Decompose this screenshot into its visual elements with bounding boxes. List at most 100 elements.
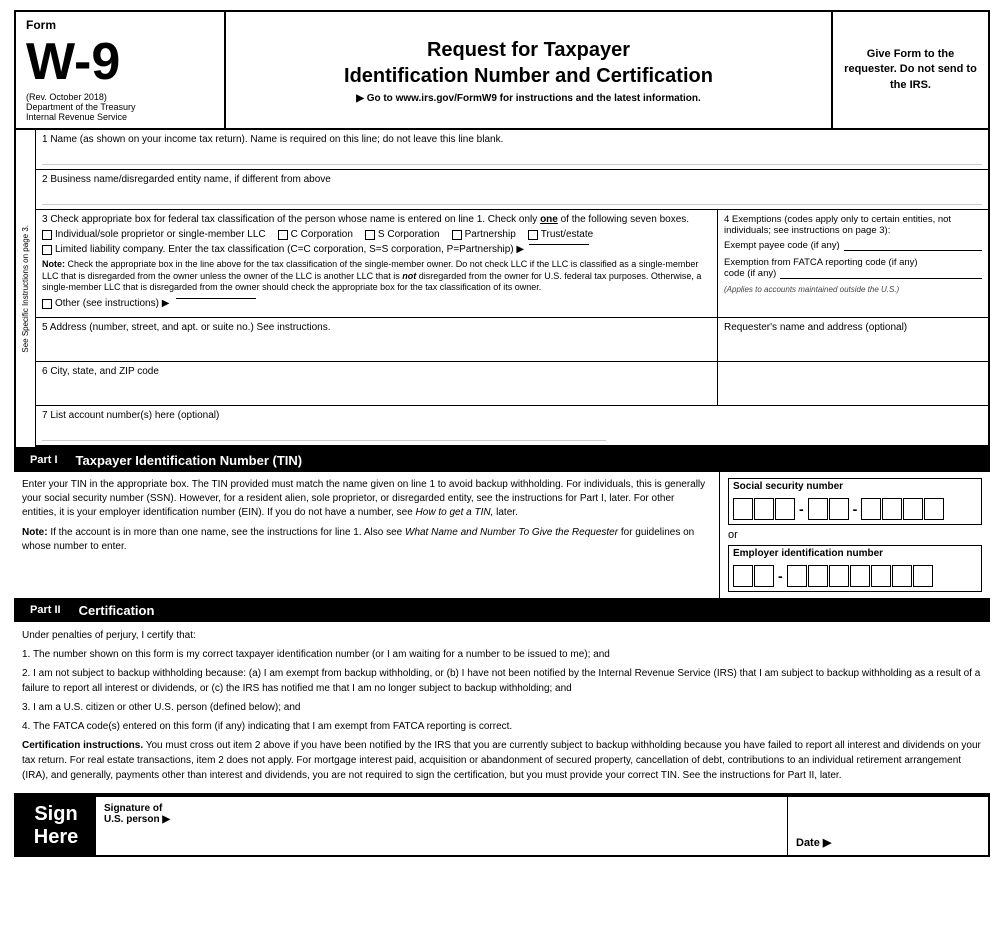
line7-section: 7 List account number(s) here (optional) bbox=[36, 406, 988, 447]
ssn-dash1: - bbox=[797, 501, 806, 517]
sidebar-label: See Specific Instructions on page 3. bbox=[21, 221, 30, 357]
form-instructions: Give Form to the requester. Do not send … bbox=[833, 12, 988, 128]
s-corp-label: S Corporation bbox=[378, 229, 440, 240]
line1-label: 1 Name (as shown on your income tax retu… bbox=[42, 134, 982, 145]
partnership-option: Partnership bbox=[452, 229, 516, 240]
partnership-checkbox[interactable] bbox=[452, 230, 462, 240]
part1-header: Part I Taxpayer Identification Number (T… bbox=[14, 449, 990, 472]
line6-left: 6 City, state, and ZIP code bbox=[36, 362, 718, 405]
ssn-cell1[interactable] bbox=[733, 498, 753, 520]
part2-title: Certification bbox=[79, 603, 155, 618]
ein-cell7[interactable] bbox=[871, 565, 891, 587]
individual-checkbox[interactable] bbox=[42, 230, 52, 240]
fatca-code-label: code (if any) bbox=[724, 268, 776, 279]
trust-checkbox[interactable] bbox=[528, 230, 538, 240]
ein-cell9[interactable] bbox=[913, 565, 933, 587]
ssn-cell8[interactable] bbox=[903, 498, 923, 520]
tax-class-top: 3 Check appropriate box for federal tax … bbox=[36, 210, 988, 317]
signature-area: Signature of U.S. person ▶ bbox=[96, 797, 788, 855]
fatca-label: Exemption from FATCA reporting code (if … bbox=[724, 257, 982, 268]
requester-address-space bbox=[718, 362, 988, 405]
line2-input[interactable] bbox=[42, 187, 982, 205]
trust-option: Trust/estate bbox=[528, 229, 593, 240]
ssn-cell5[interactable] bbox=[829, 498, 849, 520]
ein-cell4[interactable] bbox=[808, 565, 828, 587]
ssn-cell2[interactable] bbox=[754, 498, 774, 520]
part1-title: Taxpayer Identification Number (TIN) bbox=[76, 453, 303, 468]
line7-input[interactable] bbox=[42, 423, 606, 441]
ssn-cell7[interactable] bbox=[882, 498, 902, 520]
requester-label: Requester's name and address (optional) bbox=[724, 322, 982, 333]
ein-cell3[interactable] bbox=[787, 565, 807, 587]
form-main: See Specific Instructions on page 3. 1 N… bbox=[14, 130, 990, 449]
llc-input-line bbox=[529, 244, 589, 245]
fatca-section: Exemption from FATCA reporting code (if … bbox=[724, 257, 982, 294]
line4-label: 4 Exemptions (codes apply only to certai… bbox=[724, 214, 982, 294]
ssn-fields: - - bbox=[729, 494, 981, 524]
cert-item3: 3. I am a U.S. citizen or other U.S. per… bbox=[22, 700, 982, 715]
give-form-text: Give Form to the requester. Do not send … bbox=[841, 47, 980, 93]
under-penalties: Under penalties of perjury, I certify th… bbox=[22, 628, 982, 643]
exempt-payee-line: Exempt payee code (if any) bbox=[724, 240, 982, 251]
part2-content: Under penalties of perjury, I certify th… bbox=[14, 622, 990, 795]
cert-instructions-label: Certification instructions. bbox=[22, 740, 143, 751]
ein-dash: - bbox=[776, 568, 785, 584]
form-body: 1 Name (as shown on your income tax retu… bbox=[36, 130, 988, 447]
applies-note: (Applies to accounts maintained outside … bbox=[724, 285, 982, 294]
c-corp-option: C Corporation bbox=[278, 229, 353, 240]
sidebar: See Specific Instructions on page 3. bbox=[16, 130, 36, 447]
line2: 2 Business name/disregarded entity name,… bbox=[36, 170, 988, 210]
form-word: Form bbox=[26, 18, 214, 32]
cert-item1: 1. The number shown on this form is my c… bbox=[22, 647, 982, 662]
other-checkbox[interactable] bbox=[42, 299, 52, 309]
sign-label: Sign Here bbox=[16, 797, 96, 855]
ein-cell1[interactable] bbox=[733, 565, 753, 587]
ein-cell2[interactable] bbox=[754, 565, 774, 587]
cert-instructions-text: You must cross out item 2 above if you h… bbox=[22, 740, 981, 781]
ssn-cell6[interactable] bbox=[861, 498, 881, 520]
part1-label: Part I bbox=[22, 452, 66, 468]
c-corp-checkbox[interactable] bbox=[278, 230, 288, 240]
line6-label: 6 City, state, and ZIP code bbox=[42, 366, 711, 377]
other-option: Other (see instructions) ▶ bbox=[42, 298, 711, 309]
form-rev: (Rev. October 2018) bbox=[26, 92, 214, 102]
llc-option: Limited liability company. Enter the tax… bbox=[42, 244, 711, 255]
ssn-cell9[interactable] bbox=[924, 498, 944, 520]
form-irs: Internal Revenue Service bbox=[26, 112, 214, 122]
line6-input[interactable] bbox=[42, 379, 711, 401]
line1-input[interactable] bbox=[42, 147, 982, 165]
ein-box: Employer identification number - bbox=[728, 545, 982, 592]
part2-section: Part II Certification Under penalties of… bbox=[14, 599, 990, 795]
line5-input[interactable] bbox=[42, 335, 711, 357]
line5-label: 5 Address (number, street, and apt. or s… bbox=[42, 322, 711, 333]
ein-cell5[interactable] bbox=[829, 565, 849, 587]
tax-options-row: Individual/sole proprietor or single-mem… bbox=[42, 229, 711, 240]
trust-label: Trust/estate bbox=[541, 229, 593, 240]
form-id-section: Form W-9 (Rev. October 2018) Department … bbox=[16, 12, 226, 128]
llc-checkbox[interactable] bbox=[42, 245, 52, 255]
ein-cell8[interactable] bbox=[892, 565, 912, 587]
here-word: Here bbox=[34, 826, 78, 849]
s-corp-checkbox[interactable] bbox=[365, 230, 375, 240]
ssn-dash2: - bbox=[851, 501, 860, 517]
cert-item4: 4. The FATCA code(s) entered on this for… bbox=[22, 719, 982, 734]
ssn-cell3[interactable] bbox=[775, 498, 795, 520]
tax-class-left: 3 Check appropriate box for federal tax … bbox=[36, 210, 718, 317]
ein-cell6[interactable] bbox=[850, 565, 870, 587]
ssn-seg2 bbox=[808, 498, 849, 520]
ssn-seg3 bbox=[861, 498, 944, 520]
us-person-label: U.S. person ▶ bbox=[104, 814, 170, 825]
part1-tin-boxes: Social security number - - bbox=[720, 472, 990, 598]
ssn-cell4[interactable] bbox=[808, 498, 828, 520]
part1-content: Enter your TIN in the appropriate box. T… bbox=[14, 472, 990, 599]
exemptions-panel: 4 Exemptions (codes apply only to certai… bbox=[718, 210, 988, 317]
individual-option: Individual/sole proprietor or single-mem… bbox=[42, 229, 266, 240]
part2-label: Part II bbox=[22, 602, 69, 618]
fatca-underline bbox=[780, 278, 982, 279]
w9-form: Form W-9 (Rev. October 2018) Department … bbox=[0, 0, 1004, 867]
date-area: Date ▶ bbox=[788, 797, 988, 855]
line7-label: 7 List account number(s) here (optional) bbox=[42, 410, 982, 421]
line1: 1 Name (as shown on your income tax retu… bbox=[36, 130, 988, 170]
line6-section: 6 City, state, and ZIP code bbox=[36, 362, 988, 406]
llc-note: Note: Check the appropriate box in the l… bbox=[42, 259, 711, 294]
